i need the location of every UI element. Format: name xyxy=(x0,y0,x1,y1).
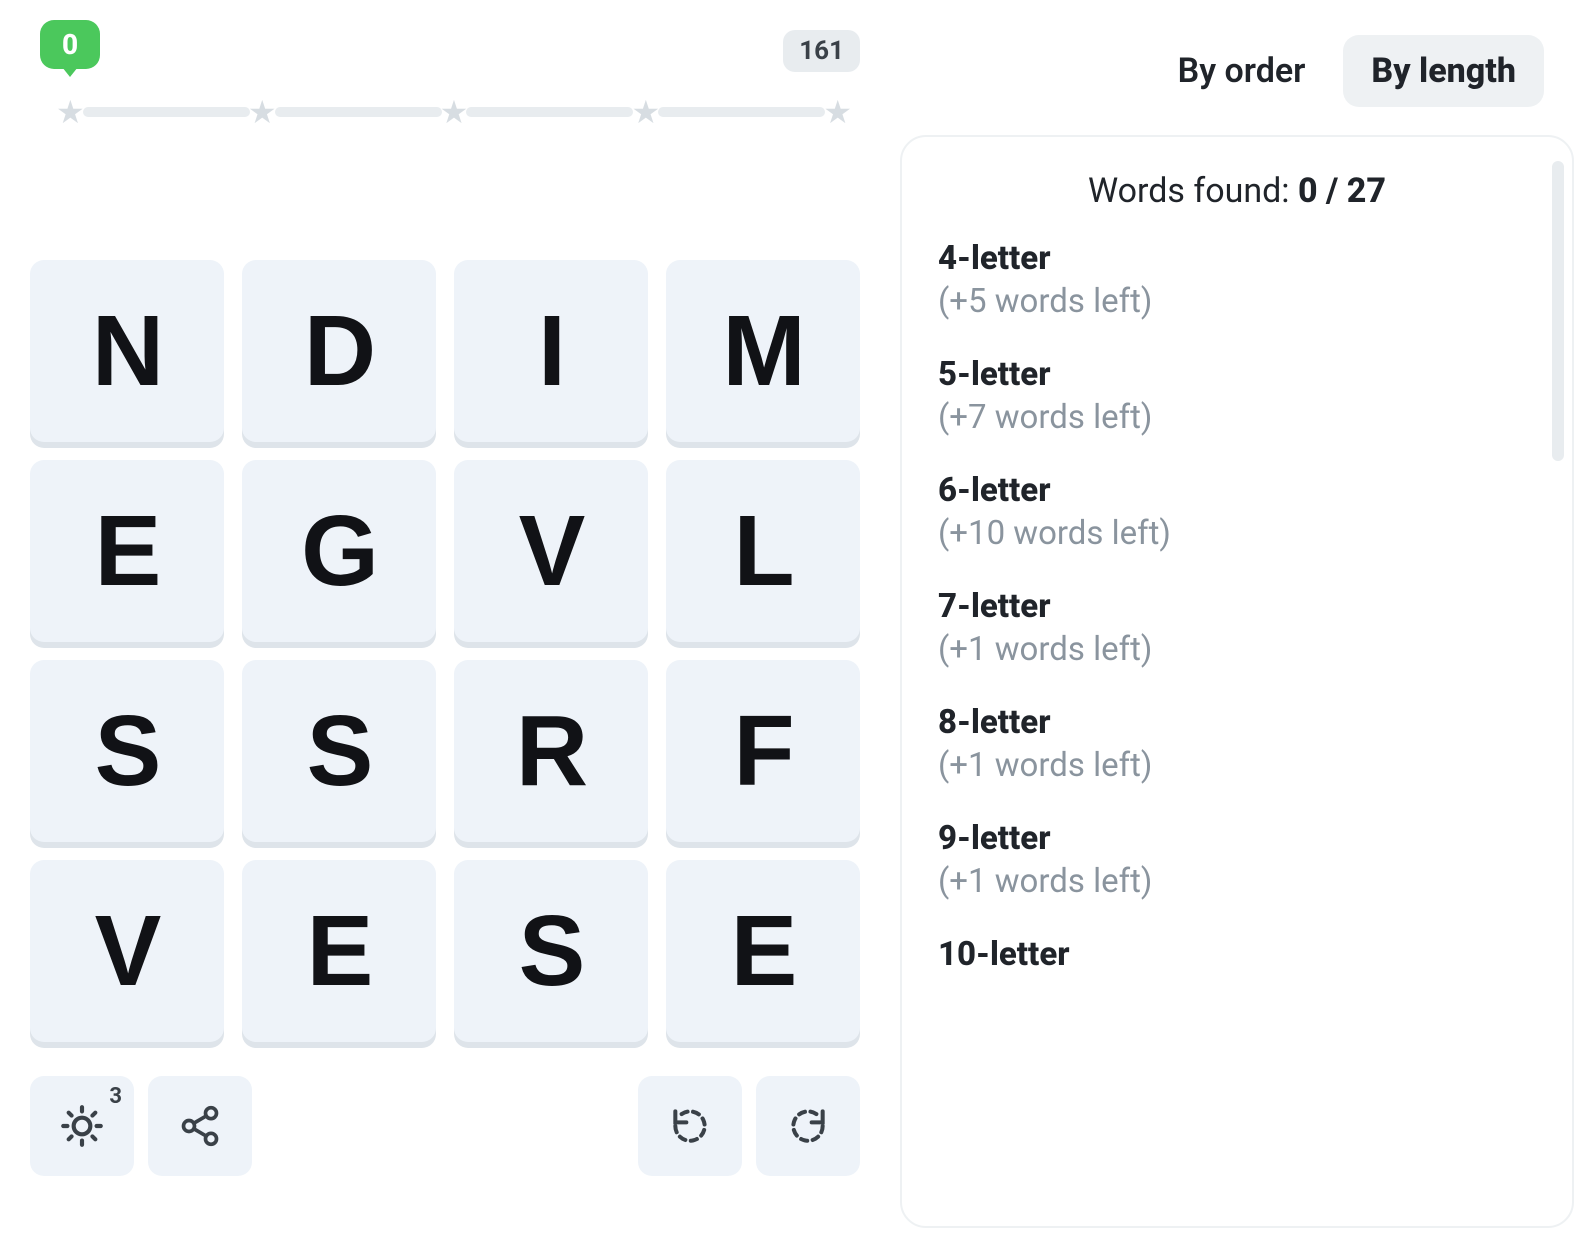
letter-tile[interactable]: V xyxy=(30,860,224,1042)
progress-bar: 0 161 ★ ★ ★ ★ ★ xyxy=(30,20,860,120)
star-icon: ★ xyxy=(56,96,85,128)
sort-tabs: By order By length xyxy=(900,35,1574,107)
share-button[interactable] xyxy=(148,1076,252,1176)
length-group-title: 8-letter xyxy=(938,703,1536,742)
rotate-ccw-icon xyxy=(668,1104,712,1148)
length-group-title: 9-letter xyxy=(938,819,1536,858)
letter-tile[interactable]: E xyxy=(30,460,224,642)
score-bubble: 0 xyxy=(40,20,100,69)
progress-segment xyxy=(83,107,250,117)
letter-tile[interactable]: N xyxy=(30,260,224,442)
length-group-remaining: (+7 words left) xyxy=(938,398,1536,437)
progress-segment xyxy=(658,107,825,117)
words-found-count: 0 / 27 xyxy=(1298,171,1386,211)
length-group-title: 4-letter xyxy=(938,239,1536,278)
progress-track: ★ ★ ★ ★ ★ xyxy=(58,98,850,126)
length-group: 5-letter (+7 words left) xyxy=(938,355,1536,437)
letter-tile[interactable]: I xyxy=(454,260,648,442)
star-icon: ★ xyxy=(440,96,469,128)
words-found-header: Words found: 0 / 27 xyxy=(938,171,1536,211)
rotate-cw-icon xyxy=(786,1104,830,1148)
length-group-remaining: (+10 words left) xyxy=(938,514,1536,553)
length-group-remaining: (+1 words left) xyxy=(938,630,1536,669)
length-group-title: 7-letter xyxy=(938,587,1536,626)
letter-tile[interactable]: F xyxy=(666,660,860,842)
letter-tile[interactable]: S xyxy=(242,660,436,842)
results-panel: Words found: 0 / 27 4-letter (+5 words le… xyxy=(900,135,1574,1228)
progress-segment xyxy=(275,107,442,117)
length-group-title: 5-letter xyxy=(938,355,1536,394)
results-column: By order By length Words found: 0 / 27 4… xyxy=(900,20,1574,1228)
app-root: 0 161 ★ ★ ★ ★ ★ N D I M E G V L S xyxy=(0,0,1594,1248)
hint-count-badge: 3 xyxy=(109,1084,122,1109)
rotate-right-button[interactable] xyxy=(756,1076,860,1176)
star-icon: ★ xyxy=(631,96,660,128)
hint-button[interactable]: 3 xyxy=(30,1076,134,1176)
letter-tile[interactable]: E xyxy=(242,860,436,1042)
length-group-title: 10-letter xyxy=(938,935,1536,974)
letter-tile[interactable]: S xyxy=(454,860,648,1042)
letter-tile[interactable]: G xyxy=(242,460,436,642)
letter-tile[interactable]: L xyxy=(666,460,860,642)
panel-scrollbar[interactable] xyxy=(1552,161,1564,461)
progress-segment xyxy=(466,107,633,117)
length-group: 9-letter (+1 words left) xyxy=(938,819,1536,901)
length-group: 6-letter (+10 words left) xyxy=(938,471,1536,553)
letter-tile[interactable]: M xyxy=(666,260,860,442)
letter-grid: N D I M E G V L S S R F V E S E xyxy=(30,260,860,1042)
letter-tile[interactable]: D xyxy=(242,260,436,442)
length-group: 4-letter (+5 words left) xyxy=(938,239,1536,321)
max-score-badge: 161 xyxy=(783,30,860,72)
length-group: 7-letter (+1 words left) xyxy=(938,587,1536,669)
tab-by-length[interactable]: By length xyxy=(1343,35,1544,107)
length-group: 10-letter xyxy=(938,935,1536,974)
length-groups: 4-letter (+5 words left) 5-letter (+7 words… xyxy=(938,239,1536,974)
length-group: 8-letter (+1 words left) xyxy=(938,703,1536,785)
lightbulb-icon xyxy=(57,1101,107,1151)
words-found-label: Words found: xyxy=(1088,171,1298,211)
letter-tile[interactable]: E xyxy=(666,860,860,1042)
share-icon xyxy=(178,1104,222,1148)
bottom-toolbar: 3 xyxy=(30,1076,860,1176)
star-icon: ★ xyxy=(823,96,852,128)
length-group-remaining: (+1 words left) xyxy=(938,862,1536,901)
length-group-remaining: (+5 words left) xyxy=(938,282,1536,321)
letter-tile[interactable]: R xyxy=(454,660,648,842)
length-group-title: 6-letter xyxy=(938,471,1536,510)
length-group-remaining: (+1 words left) xyxy=(938,746,1536,785)
tab-by-order[interactable]: By order xyxy=(1150,35,1334,107)
toolbar-spacer xyxy=(266,1076,624,1176)
game-column: 0 161 ★ ★ ★ ★ ★ N D I M E G V L S xyxy=(30,20,860,1228)
letter-tile[interactable]: S xyxy=(30,660,224,842)
letter-tile[interactable]: V xyxy=(454,460,648,642)
rotate-left-button[interactable] xyxy=(638,1076,742,1176)
star-icon: ★ xyxy=(248,96,277,128)
